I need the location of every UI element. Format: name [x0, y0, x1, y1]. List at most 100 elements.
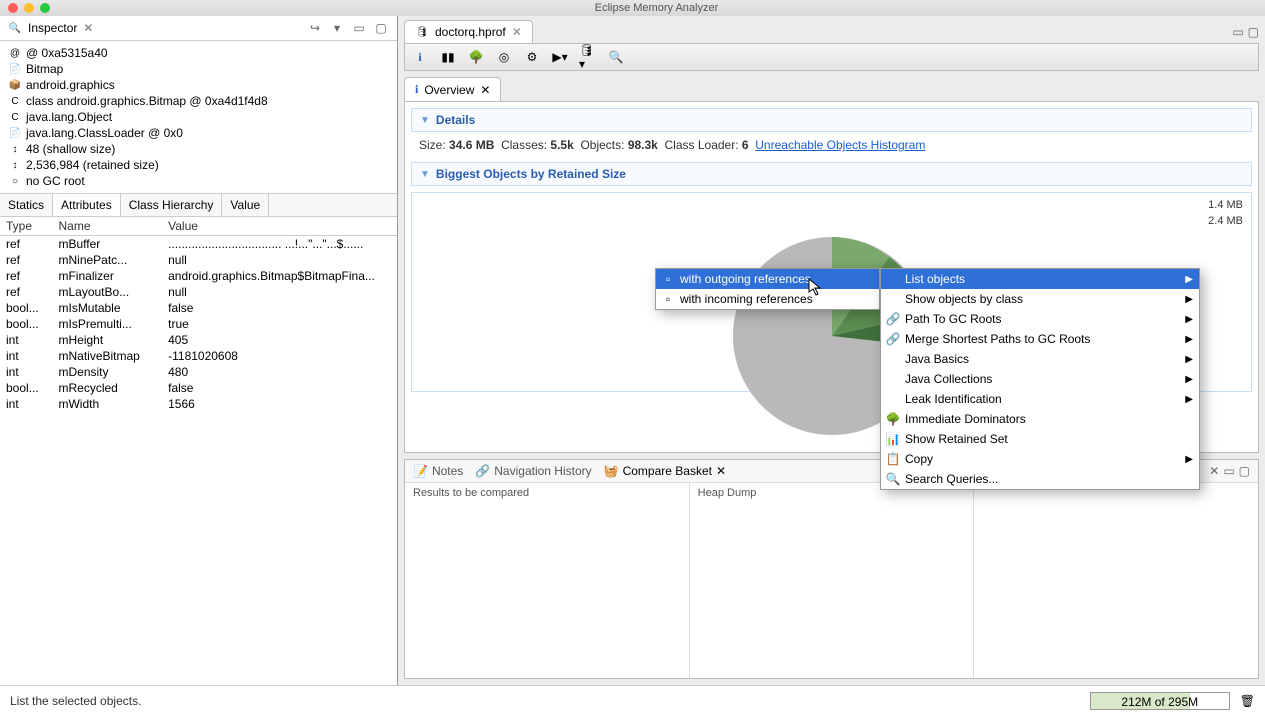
- overview-icon[interactable]: i: [411, 48, 429, 66]
- run-report-icon[interactable]: ▶▾: [551, 48, 569, 66]
- inspector-tab-value[interactable]: Value: [222, 194, 269, 216]
- editor-tab-hprof[interactable]: 🛢 doctorq.hprof ✕: [404, 20, 533, 43]
- minimize-bottom-button[interactable]: ▭: [1223, 464, 1234, 478]
- inspector-line: ↕48 (shallow size): [8, 141, 389, 157]
- menu-item-icon: 📊: [885, 432, 901, 446]
- inspector-line: ↕2,536,984 (retained size): [8, 157, 389, 173]
- menu-item-icon: 🌳: [885, 412, 901, 426]
- attribute-row[interactable]: bool...mIsPremulti...true: [0, 316, 397, 332]
- find-icon[interactable]: 🔍: [607, 48, 625, 66]
- menu-item[interactable]: List objects▶: [881, 269, 1199, 289]
- column-type[interactable]: Type: [0, 217, 52, 236]
- menu-item-icon: 🔗: [885, 332, 901, 346]
- submenu-arrow-icon: ▶: [1185, 314, 1193, 325]
- line-icon: 📦: [8, 78, 22, 92]
- compare-col-results: Results to be compared: [405, 483, 690, 678]
- bottom-tab-notes[interactable]: 📝Notes: [413, 464, 463, 478]
- list-objects-submenu: ▫with outgoing references▫with incoming …: [655, 268, 880, 310]
- close-window-button[interactable]: [8, 3, 18, 13]
- overview-tab-label: Overview: [424, 83, 474, 97]
- menu-item[interactable]: 🔍Search Queries...: [881, 469, 1199, 489]
- line-icon: ○: [8, 174, 22, 188]
- unreachable-histogram-link[interactable]: Unreachable Objects Histogram: [755, 138, 925, 152]
- link-with-editor-button[interactable]: ↪: [307, 20, 323, 36]
- maximize-bottom-button[interactable]: ▢: [1239, 464, 1250, 478]
- menu-item[interactable]: 🔗Merge Shortest Paths to GC Roots▶: [881, 329, 1199, 349]
- attribute-row[interactable]: refmFinalizerandroid.graphics.Bitmap$Bit…: [0, 268, 397, 284]
- close-overview-tab-button[interactable]: ✕: [480, 83, 490, 97]
- attribute-row[interactable]: refmBuffer..............................…: [0, 236, 397, 253]
- line-icon: ↕: [8, 158, 22, 172]
- menu-item[interactable]: Show objects by class▶: [881, 289, 1199, 309]
- context-menu: List objects▶Show objects by class▶🔗Path…: [880, 268, 1200, 490]
- details-section-header[interactable]: ▼ Details: [411, 108, 1252, 132]
- submenu-arrow-icon: ▶: [1185, 374, 1193, 385]
- maximize-editor-button[interactable]: ▢: [1248, 25, 1259, 39]
- inspector-tab-class-hierarchy[interactable]: Class Hierarchy: [121, 194, 223, 216]
- gc-button[interactable]: 🗑: [1240, 694, 1255, 708]
- close-view-button[interactable]: ✕: [83, 21, 93, 35]
- menu-item-icon: 📋: [885, 452, 901, 466]
- line-icon: ↕: [8, 142, 22, 156]
- close-editor-button[interactable]: ✕: [512, 25, 522, 39]
- menu-item[interactable]: Java Collections▶: [881, 369, 1199, 389]
- attribute-row[interactable]: intmNativeBitmap-1181020608: [0, 348, 397, 364]
- menu-item[interactable]: Java Basics▶: [881, 349, 1199, 369]
- inspector-title: Inspector: [28, 21, 77, 35]
- line-icon: C: [8, 110, 22, 124]
- minimize-view-button[interactable]: ▭: [351, 20, 367, 36]
- attribute-row[interactable]: intmDensity480: [0, 364, 397, 380]
- menu-item[interactable]: 📋Copy▶: [881, 449, 1199, 469]
- inspector-line: 📦android.graphics: [8, 77, 389, 93]
- attribute-row[interactable]: refmNinePatc...null: [0, 252, 397, 268]
- inspector-line: 📄java.lang.ClassLoader @ 0x0: [8, 125, 389, 141]
- biggest-section-header[interactable]: ▼ Biggest Objects by Retained Size: [411, 162, 1252, 186]
- heap-gauge[interactable]: 212M of 295M: [1090, 692, 1230, 710]
- editor-toolbar: i ▮▮ 🌳 ◎ ⚙ ▶▾ 🛢▾ 🔍: [404, 43, 1259, 71]
- line-icon: 📄: [8, 126, 22, 140]
- oql-icon[interactable]: ◎: [495, 48, 513, 66]
- view-menu-button[interactable]: ▾: [329, 20, 345, 36]
- close-bottom-tab-button[interactable]: ✕: [1209, 464, 1219, 478]
- minimize-editor-button[interactable]: ▭: [1232, 25, 1243, 39]
- submenu-arrow-icon: ▶: [1185, 354, 1193, 365]
- inspector-tab-statics[interactable]: Statics: [0, 194, 53, 216]
- menu-item[interactable]: Leak Identification▶: [881, 389, 1199, 409]
- close-tab-button[interactable]: ✕: [716, 464, 726, 478]
- column-name[interactable]: Name: [52, 217, 162, 236]
- thread-overview-icon[interactable]: ⚙: [523, 48, 541, 66]
- line-icon: C: [8, 94, 22, 108]
- attribute-row[interactable]: bool...mIsMutablefalse: [0, 300, 397, 316]
- zoom-window-button[interactable]: [40, 3, 50, 13]
- column-value[interactable]: Value: [162, 217, 397, 236]
- inspector-tab-attributes[interactable]: Attributes: [53, 194, 121, 216]
- menu-item-icon: ▫: [660, 272, 676, 286]
- bottom-tab-compare-basket[interactable]: 🧺Compare Basket ✕: [604, 464, 726, 478]
- collapse-arrow-icon: ▼: [420, 169, 430, 180]
- tab-icon: 📝: [413, 464, 428, 478]
- submenu-item[interactable]: ▫with outgoing references: [656, 269, 879, 289]
- attribute-row[interactable]: refmLayoutBo...null: [0, 284, 397, 300]
- bottom-tab-navigation-history[interactable]: 🔗Navigation History: [475, 464, 591, 478]
- overview-tab[interactable]: i Overview ✕: [404, 77, 501, 101]
- minimize-window-button[interactable]: [24, 3, 34, 13]
- histogram-icon[interactable]: ▮▮: [439, 48, 457, 66]
- dominator-tree-icon[interactable]: 🌳: [467, 48, 485, 66]
- inspector-icon: 🔍: [8, 21, 22, 35]
- menu-item[interactable]: 📊Show Retained Set: [881, 429, 1199, 449]
- inspector-line: Cjava.lang.Object: [8, 109, 389, 125]
- menu-item[interactable]: 🔗Path To GC Roots▶: [881, 309, 1199, 329]
- submenu-item[interactable]: ▫with incoming references: [656, 289, 879, 309]
- attribute-row[interactable]: bool...mRecycledfalse: [0, 380, 397, 396]
- compare-col-heapdump: Heap Dump: [690, 483, 975, 678]
- biggest-title: Biggest Objects by Retained Size: [436, 167, 626, 181]
- menu-item[interactable]: 🌳Immediate Dominators: [881, 409, 1199, 429]
- attribute-row[interactable]: intmHeight405: [0, 332, 397, 348]
- pie-label-0: 1.4 MB: [1208, 199, 1243, 211]
- compare-basket-view: 📝Notes 🔗Navigation History 🧺Compare Basket…: [404, 459, 1259, 679]
- submenu-arrow-icon: ▶: [1185, 454, 1193, 465]
- attribute-row[interactable]: intmWidth1566: [0, 396, 397, 412]
- query-browser-icon[interactable]: 🛢▾: [579, 48, 597, 66]
- maximize-view-button[interactable]: ▢: [373, 20, 389, 36]
- submenu-arrow-icon: ▶: [1185, 274, 1193, 285]
